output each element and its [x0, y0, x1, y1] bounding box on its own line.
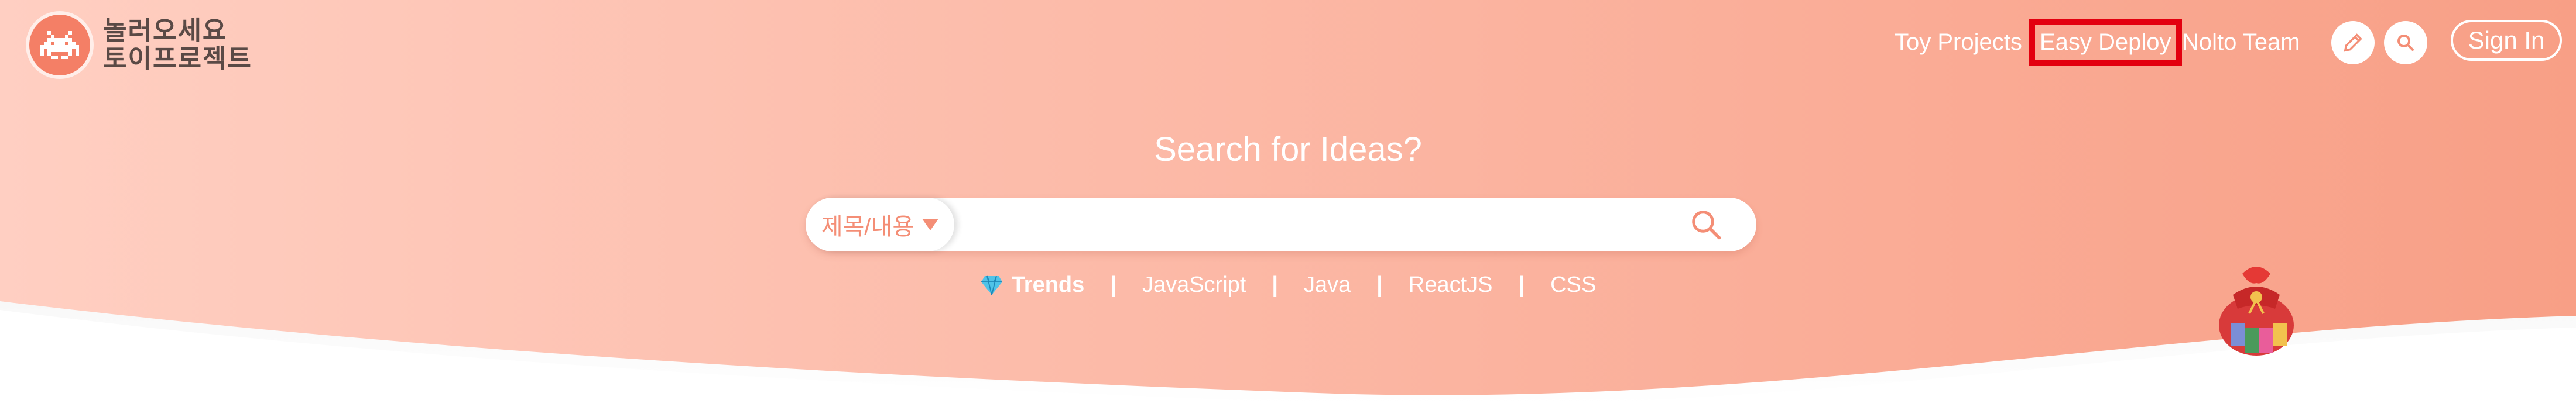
nav-nolto-team[interactable]: Nolto Team — [2182, 29, 2300, 56]
trends-label[interactable]: Trends — [980, 273, 1085, 298]
search-icon — [1692, 211, 1721, 240]
lucky-pouch-mascot-icon — [2219, 267, 2294, 356]
top-nav: Toy Projects Easy Deploy Nolto Team Sign… — [0, 15, 2576, 71]
search-type-value: 제목/내용 — [821, 214, 914, 240]
tag-javascript[interactable]: JavaScript — [1142, 273, 1246, 298]
trend-tags: Trends | JavaScript | Java | ReactJS | C… — [0, 273, 2576, 298]
search-type-select[interactable]: 제목/내용 — [806, 198, 954, 251]
write-button[interactable] — [2331, 21, 2375, 64]
tag-reactjs[interactable]: ReactJS — [1409, 273, 1493, 298]
tag-separator: | — [1518, 273, 1525, 297]
search-input[interactable] — [964, 204, 1680, 247]
diamond-icon — [981, 275, 1002, 295]
search-submit-button[interactable] — [1688, 207, 1724, 242]
caret-down-icon — [922, 219, 939, 230]
sign-in-button[interactable]: Sign In — [2451, 20, 2562, 61]
nav-easy-deploy[interactable]: Easy Deploy — [2029, 19, 2182, 66]
tag-css[interactable]: CSS — [1550, 273, 1596, 298]
search-headline: Search for Ideas? — [1154, 130, 1422, 168]
tag-separator: | — [1272, 273, 1278, 297]
nav-toy-projects[interactable]: Toy Projects — [1895, 29, 2022, 56]
tag-separator: | — [1110, 273, 1116, 297]
nav-search-button[interactable] — [2384, 21, 2427, 64]
trends-text: Trends — [1011, 273, 1085, 297]
pencil-icon — [2344, 33, 2362, 52]
search-bar: 제목/내용 — [806, 198, 1756, 251]
search-icon — [2397, 35, 2414, 51]
tag-java[interactable]: Java — [1304, 273, 1351, 298]
hero-banner: 놀러오세요 토이프로젝트 Toy Projects Easy Deploy No… — [0, 0, 2576, 417]
tag-separator: | — [1376, 273, 1383, 297]
